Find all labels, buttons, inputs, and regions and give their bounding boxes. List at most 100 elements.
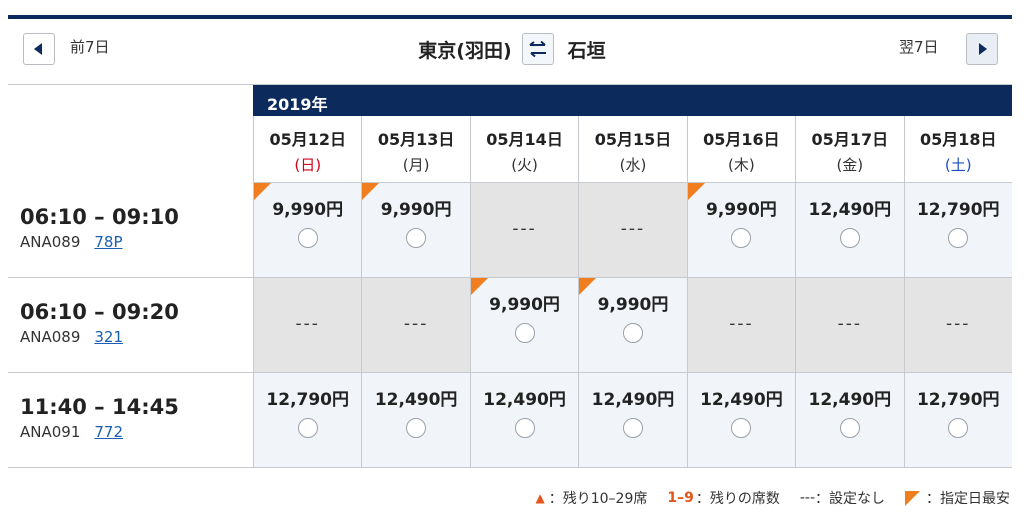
flight-time: 11:40 – 14:45	[20, 395, 179, 419]
fare-cell[interactable]: 12,790円	[253, 373, 362, 467]
fare-cell[interactable]: 12,790円	[903, 183, 1012, 277]
legend-num-text: ：残りの席数	[695, 491, 780, 507]
fare-cell[interactable]: 12,490円	[469, 373, 579, 467]
fare-radio[interactable]	[731, 418, 752, 438]
next-week-label[interactable]: 翌7日	[899, 36, 939, 57]
fare-cell[interactable]: 12,490円	[795, 373, 904, 467]
fare-cell[interactable]: 12,790円	[903, 373, 1012, 467]
flight-row: 06:10 – 09:20 ANA089 321 --- --- 9,990円 9,990円…	[8, 278, 1012, 373]
cheapest-flag-icon	[254, 183, 271, 200]
fare-cell[interactable]: 12,490円	[795, 183, 904, 277]
date-label: 05月16日	[703, 130, 780, 149]
next-week-button[interactable]	[966, 33, 998, 65]
fare-cells: 12,790円 12,490円 12,490円 12,490円 12,490円 12,49…	[253, 373, 1012, 467]
weekday-label: (月)	[402, 156, 430, 174]
fare-price: 12,490円	[808, 200, 892, 220]
legend-dash-text: ：設定なし	[815, 491, 885, 507]
fare-cells: --- --- 9,990円 9,990円 --- --- ---	[253, 278, 1012, 372]
year-bar: 2019年	[253, 85, 1012, 116]
fare-cells: 9,990円 9,990円 --- --- 9,990円 12,490円 12,790円	[253, 183, 1012, 277]
no-fare-dash: ---	[837, 314, 863, 334]
date-label: 05月18日	[919, 130, 997, 149]
fare-cell[interactable]: 9,990円	[469, 278, 579, 372]
fare-radio[interactable]	[731, 228, 752, 248]
prev-week-label[interactable]: 前7日	[70, 36, 110, 57]
date-column-header: 05月13日 (月)	[361, 116, 469, 183]
legend-dash: ---	[799, 490, 815, 506]
flight-time: 06:10 – 09:10	[20, 205, 179, 229]
fare-cell[interactable]: 12,490円	[686, 373, 796, 467]
flight-info: 06:10 – 09:10 ANA089 78P	[8, 183, 253, 277]
aircraft-type-link[interactable]: 78P	[94, 233, 122, 251]
fare-price: 12,490円	[700, 390, 783, 410]
fare-cell[interactable]: 9,990円	[578, 278, 687, 372]
no-fare-dash: ---	[620, 219, 646, 239]
fare-price: 12,790円	[916, 390, 1000, 410]
fare-radio[interactable]	[514, 418, 535, 438]
weekday-label: (土)	[944, 156, 972, 174]
fare-radio[interactable]	[406, 418, 427, 438]
fare-radio[interactable]	[839, 418, 860, 438]
fare-cell-unavailable: ---	[361, 278, 470, 372]
fare-radio[interactable]	[297, 418, 318, 438]
fare-cell[interactable]: 12,490円	[578, 373, 687, 467]
fare-radio[interactable]	[406, 228, 427, 248]
fare-radio[interactable]	[948, 418, 969, 438]
aircraft-type-link[interactable]: 321	[94, 328, 123, 346]
destination-city: 石垣	[567, 39, 606, 62]
fare-price: 12,490円	[374, 390, 458, 410]
date-label: 05月14日	[486, 130, 563, 149]
legend-num-range: 1–9	[667, 490, 694, 506]
date-label: 05月17日	[811, 130, 889, 149]
fare-cell[interactable]: 9,990円	[253, 183, 362, 277]
triangle-icon: ▲	[535, 491, 545, 505]
flight-row: 06:10 – 09:10 ANA089 78P 9,990円 9,990円 --- ---…	[8, 183, 1012, 278]
fare-radio[interactable]	[622, 323, 643, 343]
fare-radio[interactable]	[839, 228, 860, 248]
date-column-header: 05月18日 (土)	[903, 116, 1012, 183]
cheapest-flag-icon	[579, 278, 597, 295]
legend-seats-text: ：残り10–29席	[548, 491, 648, 507]
no-fare-dash: ---	[295, 314, 320, 334]
fare-price: 12,490円	[483, 390, 566, 410]
fare-cell-unavailable: ---	[686, 278, 796, 372]
no-fare-dash: ---	[512, 219, 537, 239]
top-divider	[8, 15, 1012, 19]
aircraft-type-link[interactable]: 772	[94, 423, 123, 441]
caret-right-icon	[979, 43, 987, 55]
caret-left-icon	[34, 43, 42, 55]
date-column-header: 05月15日 (水)	[578, 116, 686, 183]
fare-radio[interactable]	[622, 418, 643, 438]
flight-sub: ANA089 78P	[20, 233, 253, 251]
fare-cell[interactable]: 12,490円	[361, 373, 470, 467]
weekday-label: (火)	[511, 156, 538, 174]
date-header-row: 05月12日 (日) 05月13日 (月) 05月14日 (火) 05月15日 (水) 05月1…	[253, 116, 1012, 183]
swap-arrows-icon	[529, 41, 546, 57]
fare-price: 12,790円	[266, 390, 350, 410]
legend: ▲ ：残り10–29席 1–9 ：残りの席数 --- ：設定なし ：指定日最安	[535, 488, 1010, 508]
weekday-label: (水)	[619, 156, 647, 174]
prev-week-button[interactable]	[23, 33, 55, 65]
date-label: 05月15日	[594, 130, 672, 149]
fare-cell[interactable]: 9,990円	[361, 183, 470, 277]
cheapest-flag-icon	[470, 278, 488, 295]
date-label: 05月12日	[269, 130, 346, 149]
no-fare-dash: ---	[946, 314, 971, 334]
date-column-header: 05月12日 (日)	[253, 116, 361, 183]
fare-cell[interactable]: 9,990円	[686, 183, 796, 277]
cheapest-flag-icon	[905, 490, 920, 506]
no-fare-dash: ---	[729, 314, 754, 334]
fare-cell-unavailable: ---	[795, 278, 904, 372]
fare-radio[interactable]	[514, 323, 535, 343]
fare-radio[interactable]	[297, 228, 318, 248]
route-header: 東京(羽田) 石垣	[0, 33, 1024, 65]
flight-sub: ANA089 321	[20, 328, 253, 346]
no-fare-dash: ---	[403, 314, 429, 334]
flight-time: 06:10 – 09:20	[20, 300, 179, 324]
fare-price: 12,490円	[808, 390, 892, 410]
flight-sub: ANA091 772	[20, 423, 253, 441]
date-label: 05月13日	[377, 130, 455, 149]
swap-route-button[interactable]	[521, 33, 554, 65]
legend-cheapest-text: ：指定日最安	[926, 491, 1010, 507]
fare-radio[interactable]	[948, 228, 969, 248]
